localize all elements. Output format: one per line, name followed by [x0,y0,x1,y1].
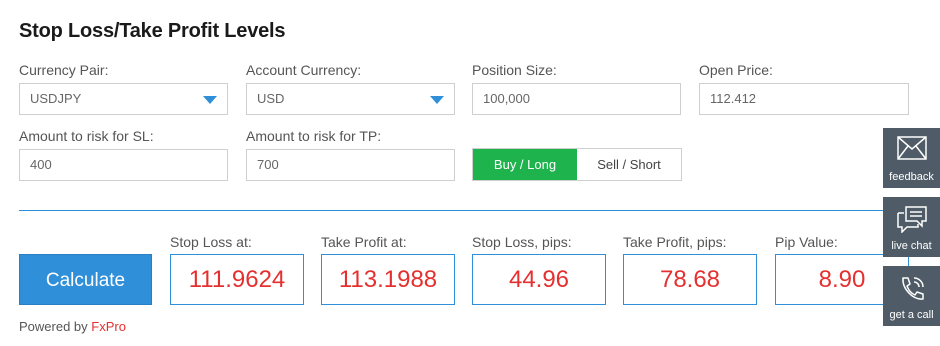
envelope-icon [896,136,927,160]
get-a-call-label: get a call [889,309,934,321]
account-currency-label: Account Currency: [246,62,362,78]
risk-tp-value: 700 [257,157,279,172]
risk-sl-label: Amount to risk for SL: [19,128,154,144]
open-price-value: 112.412 [710,91,757,106]
currency-pair-value: USDJPY [30,91,82,106]
open-price-label: Open Price: [699,62,773,78]
chat-bubble-icon [896,206,927,233]
chevron-down-icon [203,96,217,104]
stop-loss-at-label: Stop Loss at: [170,234,252,250]
feedback-button[interactable]: feedback [883,128,940,188]
stop-loss-at-value: 111.9624 [170,254,304,305]
pip-value-label: Pip Value: [775,234,838,250]
take-profit-at-label: Take Profit at: [321,234,407,250]
position-size-value: 100,000 [483,91,530,106]
live-chat-button[interactable]: live chat [883,197,940,257]
powered-by: Powered by FxPro [19,319,126,334]
take-profit-pips-label: Take Profit, pips: [623,234,727,250]
section-divider [19,210,909,211]
currency-pair-select[interactable]: USDJPY [19,83,228,115]
get-a-call-button[interactable]: get a call [883,266,940,326]
fxpro-link[interactable]: FxPro [91,319,126,334]
live-chat-label: live chat [891,240,932,252]
risk-sl-value: 400 [30,157,52,172]
currency-pair-label: Currency Pair: [19,62,109,78]
take-profit-at-value: 113.1988 [321,254,455,305]
take-profit-pips-value: 78.68 [623,254,757,305]
powered-by-prefix: Powered by [19,319,92,334]
stop-loss-pips-label: Stop Loss, pips: [472,234,572,250]
account-currency-value: USD [257,91,285,106]
account-currency-select[interactable]: USD [246,83,455,115]
direction-toggle: Buy / Long Sell / Short [472,148,682,181]
feedback-label: feedback [889,171,934,183]
position-size-input[interactable]: 100,000 [472,83,681,115]
phone-icon [901,277,924,300]
calculate-button[interactable]: Calculate [19,254,152,305]
risk-sl-input[interactable]: 400 [19,149,228,181]
chevron-down-icon [430,96,444,104]
page-title: Stop Loss/Take Profit Levels [19,20,286,42]
open-price-input[interactable]: 112.412 [699,83,909,115]
risk-tp-input[interactable]: 700 [246,149,455,181]
position-size-label: Position Size: [472,62,557,78]
sell-short-button[interactable]: Sell / Short [577,149,681,180]
buy-long-button[interactable]: Buy / Long [473,149,577,180]
risk-tp-label: Amount to risk for TP: [246,128,382,144]
stop-loss-pips-value: 44.96 [472,254,606,305]
